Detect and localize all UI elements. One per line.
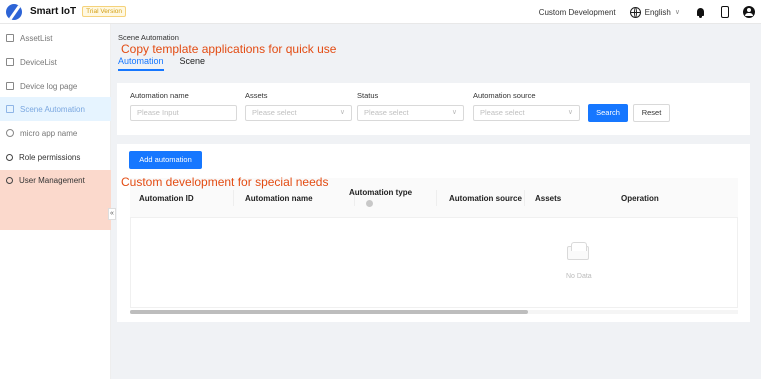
- sidebar-item-label: User Management: [19, 175, 85, 185]
- column-header: Automation source: [449, 194, 522, 203]
- automation-icon: [6, 105, 14, 113]
- automation-name-label: Automation name: [130, 91, 189, 100]
- column-divider: [436, 190, 437, 206]
- automation-source-select[interactable]: Please select ∨: [473, 105, 580, 121]
- add-automation-button[interactable]: Add automation: [129, 151, 202, 169]
- chevron-down-icon[interactable]: ∨: [675, 8, 680, 16]
- collapse-sidebar-button[interactable]: «: [108, 208, 116, 220]
- tab-bar: Automation Scene: [118, 56, 205, 71]
- assets-placeholder: Please select: [252, 108, 297, 117]
- sidebar-item-label: DeviceList: [20, 57, 57, 67]
- table-body: No Data: [130, 218, 738, 308]
- sidebar-item-scene-automation[interactable]: Scene Automation: [0, 97, 111, 121]
- assets-select[interactable]: Please select ∨: [245, 105, 352, 121]
- logo-icon: [6, 3, 22, 20]
- empty-inbox-icon: [567, 242, 589, 260]
- column-header: Automation type: [349, 188, 413, 197]
- sidebar-item-user-management[interactable]: User Management: [0, 168, 111, 192]
- breadcrumb: Scene Automation: [118, 33, 179, 42]
- sidebar-item-label: AssetList: [20, 33, 53, 43]
- sidebar: AssetList DeviceList Device log page Sce…: [0, 24, 111, 379]
- assets-label: Assets: [245, 91, 268, 100]
- home-icon: [6, 129, 14, 137]
- sidebar-item-label: Scene Automation: [20, 104, 85, 114]
- sidebar-item-micro-app[interactable]: micro app name: [0, 121, 111, 145]
- source-placeholder: Please select: [480, 108, 525, 117]
- user-icon: [6, 176, 13, 184]
- status-placeholder: Please select: [364, 108, 409, 117]
- bell-icon[interactable]: [696, 7, 705, 18]
- annotation-custom: Custom development for special needs: [121, 175, 329, 189]
- horizontal-scrollbar[interactable]: [130, 310, 738, 314]
- asset-icon: [6, 34, 14, 42]
- chevron-down-icon: ∨: [451, 109, 457, 116]
- header-actions: Custom Development English ∨: [539, 0, 755, 24]
- sidebar-item-device-log[interactable]: Device log page: [0, 74, 111, 98]
- column-divider: [233, 190, 234, 206]
- sidebar-item-role-permissions[interactable]: Role permissions: [0, 145, 111, 169]
- top-header: Smart IoT Trial Version Custom Developme…: [0, 0, 761, 24]
- status-select[interactable]: Please select ∨: [357, 105, 464, 121]
- globe-icon[interactable]: [629, 6, 641, 18]
- automation-source-label: Automation source: [473, 91, 536, 100]
- automation-name-input[interactable]: Please Input: [130, 105, 237, 121]
- app-name: Smart IoT: [30, 6, 77, 17]
- sidebar-item-label: Device log page: [20, 81, 78, 91]
- empty-state-text: No Data: [566, 273, 592, 280]
- column-header: Automation name: [245, 194, 313, 203]
- column-header: Operation: [621, 194, 659, 203]
- custom-development-link[interactable]: Custom Development: [539, 8, 616, 17]
- sidebar-item-label: Role permissions: [19, 152, 81, 162]
- search-button[interactable]: Search: [588, 104, 628, 122]
- user-icon: [6, 153, 13, 161]
- info-icon[interactable]: [366, 200, 373, 207]
- sidebar-item-devicelist[interactable]: DeviceList: [0, 50, 111, 74]
- scrollbar-thumb[interactable]: [130, 310, 528, 314]
- column-header: Automation ID: [139, 194, 194, 203]
- device-icon: [6, 58, 14, 66]
- sidebar-item-assetlist[interactable]: AssetList: [0, 26, 111, 50]
- language-selector[interactable]: English: [645, 8, 671, 17]
- annotation-template: Copy template applications for quick use: [121, 42, 337, 56]
- sidebar-item-label: micro app name: [20, 128, 78, 138]
- chevron-down-icon: ∨: [567, 109, 573, 116]
- tab-automation[interactable]: Automation: [118, 56, 164, 71]
- status-label: Status: [357, 91, 379, 100]
- reset-button[interactable]: Reset: [633, 104, 670, 122]
- table-panel: Add automation Automation ID Automation …: [117, 144, 750, 322]
- tab-scene[interactable]: Scene: [180, 56, 206, 71]
- column-divider: [524, 190, 525, 206]
- trial-badge: Trial Version: [82, 6, 127, 17]
- column-header: Assets: [535, 194, 562, 203]
- mobile-icon[interactable]: [721, 6, 729, 18]
- log-icon: [6, 82, 14, 90]
- user-avatar-icon[interactable]: [743, 6, 755, 18]
- filter-panel: Automation name Please Input Assets Plea…: [117, 83, 750, 135]
- chevron-down-icon: ∨: [339, 109, 345, 116]
